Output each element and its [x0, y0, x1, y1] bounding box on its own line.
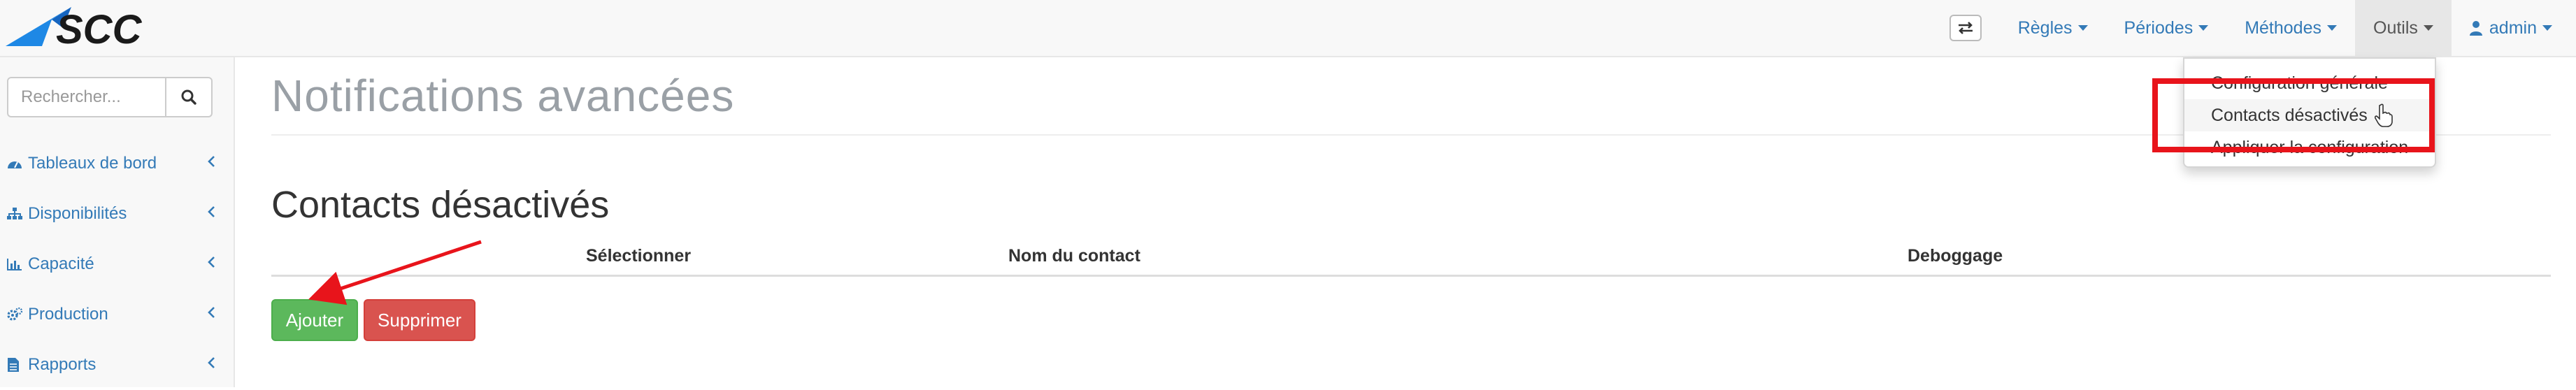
- chevron-left-icon: [208, 357, 215, 368]
- sidebar-item-production[interactable]: Production: [0, 289, 234, 340]
- page-title: Notifications avancées: [271, 71, 735, 121]
- chevron-left-icon: [208, 257, 215, 268]
- file-icon: [7, 357, 28, 373]
- search-button[interactable]: [166, 77, 213, 117]
- column-header-debug: Deboggage: [1908, 246, 2003, 266]
- nav-methodes-label: Méthodes: [2245, 17, 2321, 38]
- sidebar-item-tableaux-de-bord[interactable]: Tableaux de bord: [0, 138, 234, 189]
- user-icon: [2469, 21, 2482, 36]
- sitemap-icon: [7, 208, 28, 220]
- caret-down-icon: [2423, 25, 2433, 31]
- dashboard-icon: [7, 157, 28, 170]
- caret-down-icon: [2327, 25, 2337, 31]
- sidebar-menu: Tableaux de bord Disponibilités Capacité…: [0, 138, 234, 390]
- sidebar-item-label: Tableaux de bord: [28, 154, 157, 173]
- nav-user-menu[interactable]: admin: [2452, 0, 2576, 56]
- nav-outils-label: Outils: [2373, 17, 2418, 38]
- caret-down-icon: [2542, 25, 2552, 31]
- sidebar-item-label: Production: [28, 305, 108, 324]
- search-icon: [181, 89, 196, 105]
- bar-chart-icon: [7, 258, 28, 270]
- search-input[interactable]: [7, 77, 166, 117]
- contacts-table-header: Sélectionner Nom du contact Deboggage: [271, 240, 2551, 277]
- column-header-contact-name: Nom du contact: [1008, 246, 1140, 266]
- chevron-left-icon: [208, 307, 215, 318]
- sidebar-item-disponibilites[interactable]: Disponibilités: [0, 189, 234, 239]
- cogs-icon: [7, 308, 28, 322]
- sidebar: Tableaux de bord Disponibilités Capacité…: [0, 57, 235, 387]
- app-logo[interactable]: SCC: [3, 4, 199, 52]
- sidebar-search: [7, 77, 213, 117]
- sidebar-item-label: Capacité: [28, 254, 94, 273]
- exchange-icon: [1958, 22, 1973, 34]
- nav-methodes[interactable]: Méthodes: [2226, 0, 2355, 56]
- top-navbar: SCC Règles Périodes Méthodes Outils admi…: [0, 0, 2576, 57]
- svg-text:SCC: SCC: [56, 7, 143, 52]
- nav-outils[interactable]: Outils: [2355, 0, 2452, 56]
- hand-pointer-icon: [2375, 103, 2393, 127]
- section-title: Contacts désactivés: [271, 184, 610, 226]
- sidebar-item-label: Rapports: [28, 355, 96, 374]
- nav-regles[interactable]: Règles: [2000, 0, 2106, 56]
- nav-periodes[interactable]: Périodes: [2106, 0, 2227, 56]
- sidebar-item-label: Disponibilités: [28, 204, 127, 223]
- sidebar-item-rapports[interactable]: Rapports: [0, 340, 234, 390]
- nav-regles-label: Règles: [2017, 17, 2073, 38]
- nav-user-label: admin: [2489, 17, 2537, 38]
- caret-down-icon: [2077, 25, 2088, 31]
- nav-periodes-label: Périodes: [2124, 17, 2194, 38]
- chevron-left-icon: [208, 206, 215, 217]
- sidebar-item-capacite[interactable]: Capacité: [0, 239, 234, 289]
- caret-down-icon: [2198, 25, 2209, 31]
- column-header-select: Sélectionner: [586, 246, 692, 266]
- chevron-left-icon: [208, 156, 215, 167]
- annotation-arrow: [308, 240, 482, 305]
- toggle-switch-button[interactable]: [1949, 15, 1982, 41]
